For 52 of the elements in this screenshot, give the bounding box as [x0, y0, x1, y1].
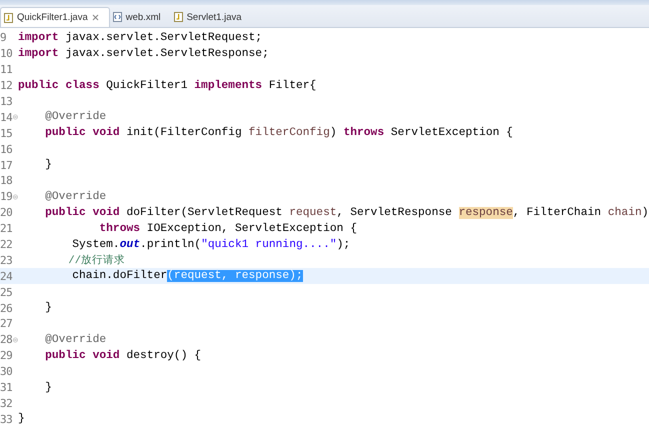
line-number: 22 — [0, 238, 12, 252]
line-number: 12 — [0, 79, 12, 92]
line-number: 19 — [0, 190, 12, 204]
editor-tab[interactable]: Servlet1.java — [170, 7, 252, 27]
line-number: 25 — [0, 286, 12, 299]
code-line: import javax.servlet.ServletRequest; — [18, 32, 262, 44]
code-line: @Override — [44, 190, 106, 203]
line-number: 14 — [0, 110, 12, 124]
code-line: throws IOException, ServletException { — [98, 222, 357, 235]
code-line: @Override — [44, 111, 106, 124]
close-icon[interactable] — [92, 12, 99, 22]
code-line: //放行请求 — [67, 253, 126, 268]
line-number: 17 — [0, 158, 12, 172]
code-line: } — [44, 382, 52, 394]
line-number: 16 — [0, 142, 12, 156]
code-line: } — [44, 159, 52, 172]
code-line: public void init(FilterConfig filterConfig) throws ServletException { — [44, 127, 513, 140]
line-number: 21 — [0, 222, 12, 236]
line-number: 23 — [0, 254, 12, 267]
java-file-icon — [174, 12, 183, 22]
line-number: 30 — [0, 365, 12, 378]
line-number: 28 — [0, 333, 12, 346]
line-number: 13 — [0, 95, 12, 108]
code-line: public void doFilter(ServletRequest request, ServletResponse response, FilterChain chain) — [44, 206, 649, 219]
line-number: 20 — [0, 206, 12, 220]
line-number: 24 — [0, 270, 12, 283]
code-line: public void destroy() { — [44, 350, 202, 362]
line-number: 32 — [0, 396, 12, 410]
collapse-icon[interactable] — [13, 336, 18, 343]
line-number: 15 — [0, 126, 12, 140]
editor-tab[interactable]: web.xml — [110, 7, 171, 27]
code-line: import javax.servlet.ServletResponse; — [18, 48, 269, 60]
line-number: 31 — [0, 381, 12, 394]
java-file-icon — [4, 12, 13, 22]
line-number: 29 — [0, 349, 12, 362]
code-line: public class QuickFilter1 implements Filter{ — [18, 80, 316, 92]
line-number: 11 — [0, 63, 12, 76]
editor-tab[interactable]: QuickFilter1.java — [0, 7, 110, 27]
line-number: 33 — [0, 412, 12, 426]
collapse-icon[interactable] — [13, 194, 18, 200]
code-line: @Override — [44, 334, 106, 346]
line-number: 18 — [0, 174, 12, 188]
line-number: 10 — [0, 47, 12, 60]
collapse-icon[interactable] — [13, 114, 18, 120]
xml-file-icon — [112, 12, 122, 22]
code-line: } — [44, 302, 52, 314]
code-line: chain.doFilter(request, response); — [71, 270, 303, 282]
code-line: System.out.println("quick1 running...."); — [71, 238, 350, 251]
code-line: } — [18, 413, 25, 426]
line-number: 26 — [0, 302, 12, 315]
line-number: 9 — [0, 31, 6, 44]
line-number: 27 — [0, 317, 12, 330]
